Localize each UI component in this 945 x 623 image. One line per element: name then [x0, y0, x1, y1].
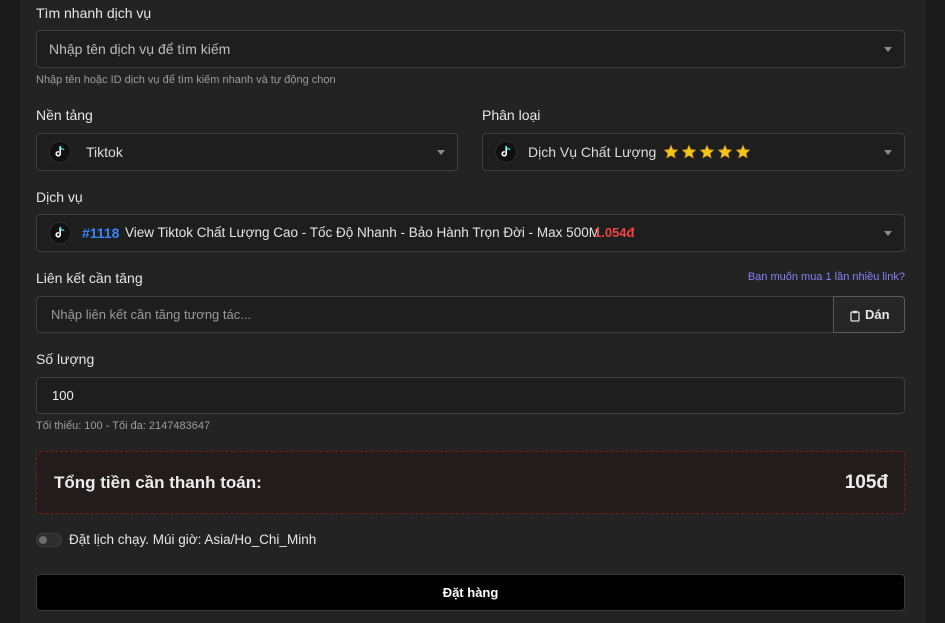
- quick-search-select[interactable]: Nhập tên dịch vụ để tìm kiếm: [36, 30, 905, 68]
- tiktok-icon: [49, 141, 71, 163]
- quantity-value: 100: [52, 388, 74, 403]
- quick-search-label: Tìm nhanh dịch vụ: [36, 5, 152, 21]
- service-select[interactable]: #1118 View Tiktok Chất Lượng Cao - Tốc Đ…: [36, 214, 905, 252]
- tiktok-icon: [49, 222, 71, 244]
- service-name: View Tiktok Chất Lượng Cao - Tốc Độ Nhan…: [125, 225, 600, 240]
- star-icon: [735, 144, 751, 165]
- tiktok-icon: [495, 141, 517, 163]
- chevron-down-icon: [884, 231, 892, 236]
- schedule-toggle[interactable]: [36, 533, 62, 547]
- platform-label: Nền tảng: [36, 107, 93, 123]
- link-placeholder: Nhập liên kết cần tăng tương tác...: [51, 307, 252, 322]
- quantity-label: Số lượng: [36, 351, 95, 367]
- star-icon: [681, 144, 697, 165]
- paste-label: Dán: [865, 307, 890, 322]
- multi-link-link[interactable]: Bạn muốn mua 1 lần nhiều link?: [748, 271, 905, 283]
- clipboard-icon: [850, 309, 860, 327]
- star-icon: [663, 144, 679, 165]
- total-amount: 105đ: [844, 472, 888, 493]
- rating-stars: [663, 144, 753, 160]
- order-form: Tìm nhanh dịch vụ Nhập tên dịch vụ để tì…: [20, 0, 925, 623]
- total-box: Tổng tiền cần thanh toán: 105đ: [36, 451, 905, 514]
- platform-select[interactable]: Tiktok: [36, 133, 458, 171]
- star-icon: [717, 144, 733, 165]
- star-icon: [699, 144, 715, 165]
- service-id: #1118: [82, 225, 120, 241]
- category-label: Phân loại: [482, 107, 541, 123]
- chevron-down-icon: [884, 150, 892, 155]
- chevron-down-icon: [884, 47, 892, 52]
- quick-search-help: Nhập tên hoặc ID dịch vụ để tìm kiếm nha…: [36, 74, 336, 86]
- link-label: Liên kết cần tăng: [36, 270, 143, 286]
- category-select[interactable]: Dịch Vụ Chất Lượng: [482, 133, 905, 171]
- quantity-help: Tối thiểu: 100 - Tối đa: 2147483647: [36, 420, 211, 432]
- platform-value: Tiktok: [86, 144, 123, 160]
- paste-button[interactable]: Dán: [833, 296, 905, 333]
- quick-search-placeholder: Nhập tên dịch vụ để tìm kiếm: [49, 41, 231, 57]
- service-price: 1.054đ: [594, 225, 635, 240]
- schedule-label: Đặt lịch chạy. Múi giờ: Asia/Ho_Chi_Minh: [69, 532, 317, 547]
- chevron-down-icon: [437, 150, 445, 155]
- quantity-input[interactable]: 100: [36, 377, 905, 414]
- total-label: Tổng tiền cần thanh toán:: [54, 473, 262, 492]
- order-button[interactable]: Đặt hàng: [36, 574, 905, 611]
- category-value: Dịch Vụ Chất Lượng: [528, 144, 657, 160]
- service-label: Dịch vụ: [36, 189, 83, 205]
- toggle-knob: [39, 536, 47, 544]
- link-input[interactable]: Nhập liên kết cần tăng tương tác...: [36, 296, 834, 333]
